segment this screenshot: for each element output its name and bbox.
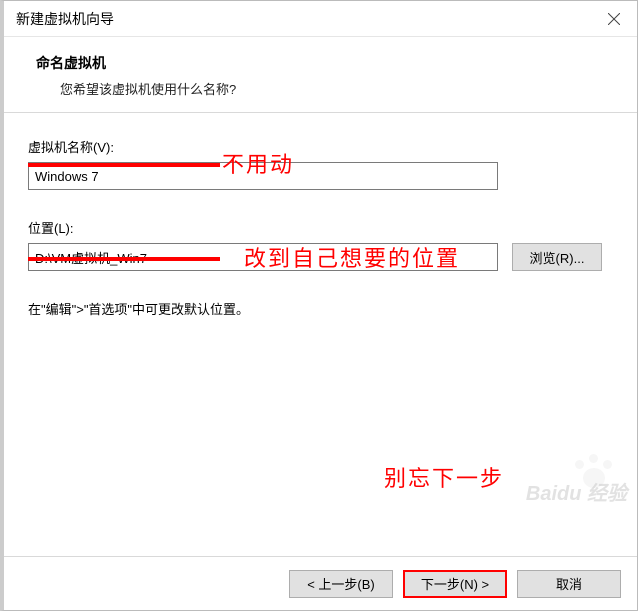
default-location-hint: 在"编辑">"首选项"中可更改默认位置。 bbox=[28, 299, 613, 318]
wizard-footer: < 上一步(B) 下一步(N) > 取消 bbox=[4, 556, 637, 610]
cancel-button[interactable]: 取消 bbox=[517, 570, 621, 598]
browse-button[interactable]: 浏览(R)... bbox=[512, 243, 602, 271]
titlebar: 新建虚拟机向导 bbox=[4, 1, 637, 37]
next-button[interactable]: 下一步(N) > bbox=[403, 570, 507, 598]
back-button[interactable]: < 上一步(B) bbox=[289, 570, 393, 598]
close-icon bbox=[608, 13, 620, 25]
vm-name-label: 虚拟机名称(V): bbox=[28, 137, 613, 156]
close-button[interactable] bbox=[591, 1, 637, 37]
annotation-underline-2 bbox=[28, 257, 220, 261]
wizard-dialog: 新建虚拟机向导 命名虚拟机 您希望该虚拟机使用什么名称? 虚拟机名称(V): 位… bbox=[0, 0, 638, 611]
annotation-text-1: 不用动 bbox=[222, 147, 294, 179]
window-title: 新建虚拟机向导 bbox=[16, 9, 114, 29]
annotation-text-2: 改到自己想要的位置 bbox=[244, 241, 460, 273]
watermark-text: Baidu 经验 bbox=[526, 477, 627, 506]
header-description: 您希望该虚拟机使用什么名称? bbox=[60, 79, 615, 98]
annotation-text-3: 别忘下一步 bbox=[384, 461, 504, 493]
watermark-paw-icon bbox=[571, 454, 617, 494]
wizard-header: 命名虚拟机 您希望该虚拟机使用什么名称? bbox=[4, 37, 637, 113]
wizard-body: 虚拟机名称(V): 位置(L): 浏览(R)... 在"编辑">"首选项"中可更… bbox=[4, 113, 637, 556]
header-subtitle: 命名虚拟机 bbox=[36, 53, 615, 73]
vm-location-label: 位置(L): bbox=[28, 218, 613, 237]
annotation-underline-1 bbox=[28, 163, 220, 167]
